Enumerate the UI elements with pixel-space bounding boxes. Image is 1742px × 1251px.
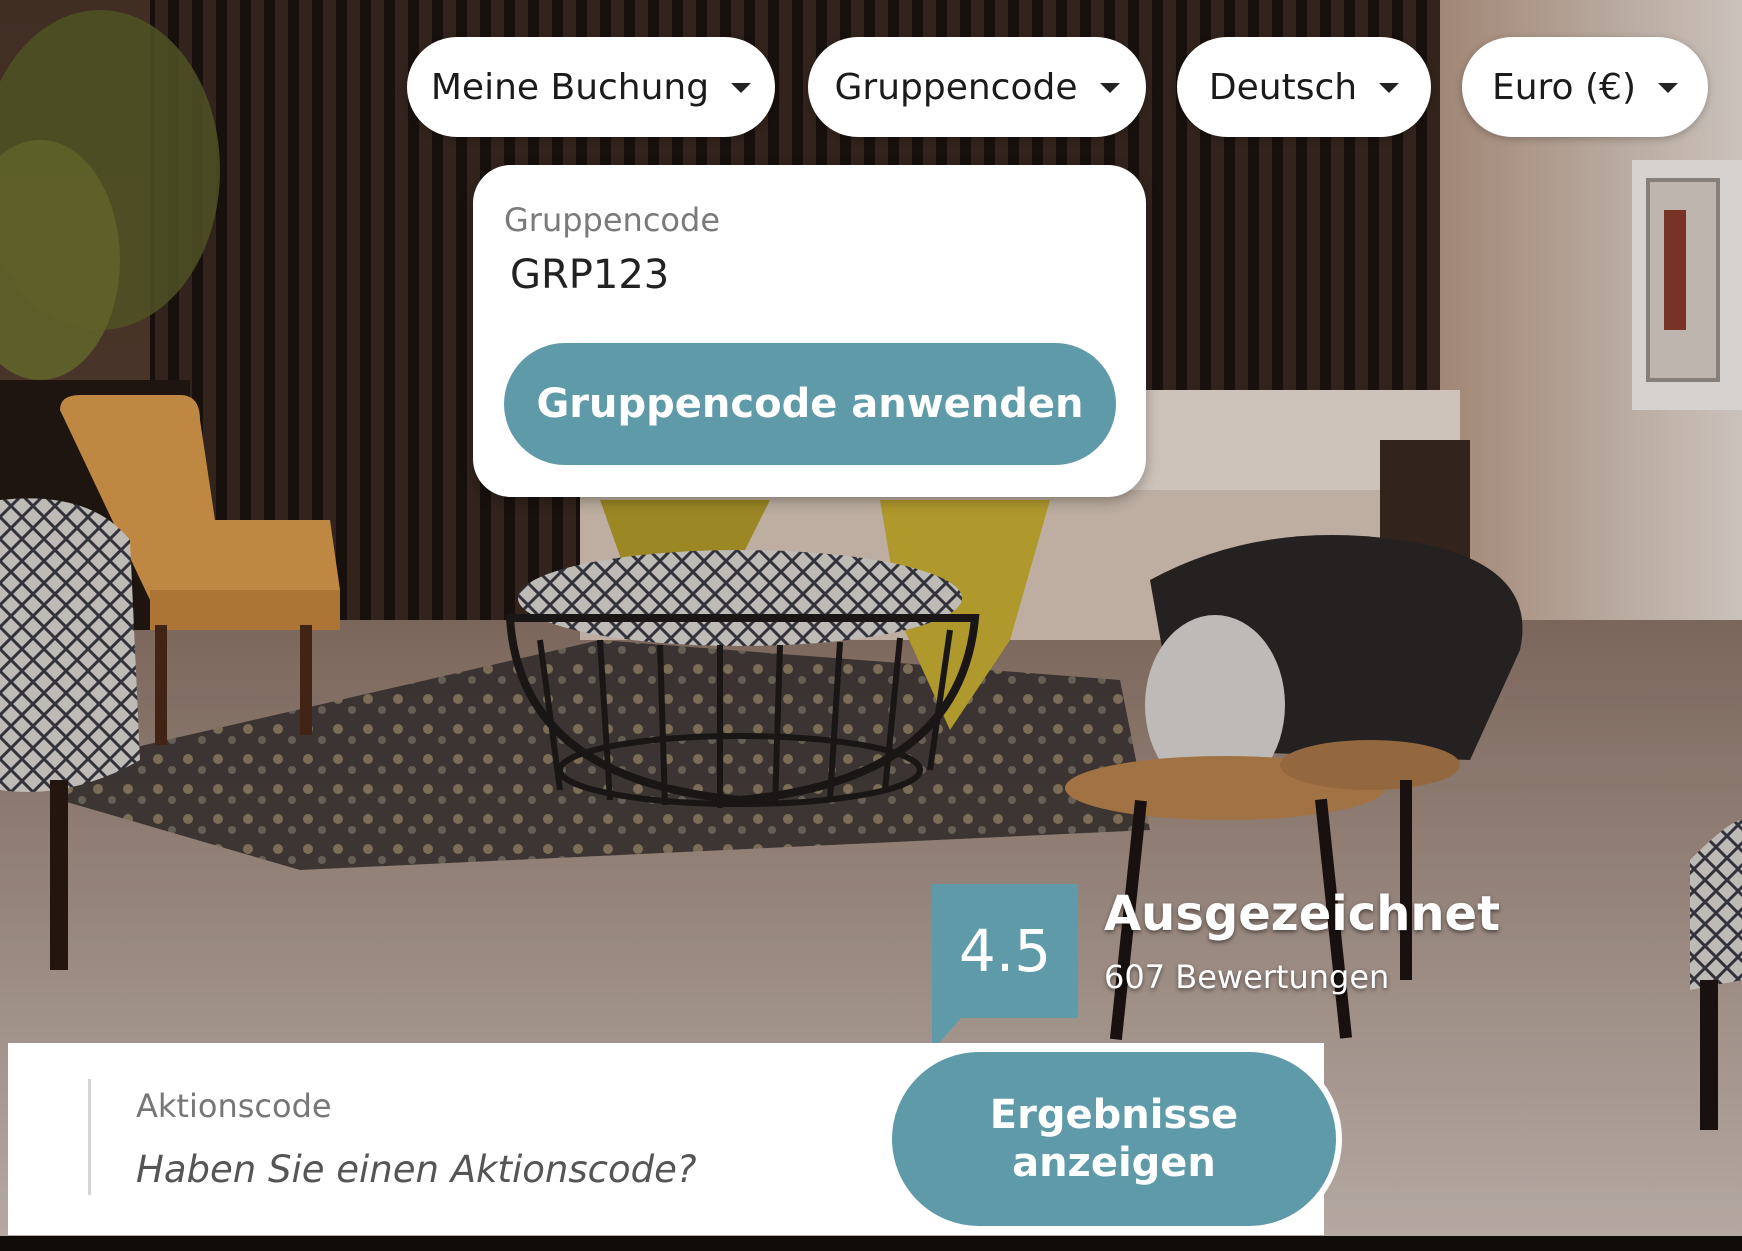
my-booking-menu[interactable]: Meine Buchung (407, 37, 775, 137)
group-code-menu[interactable]: Gruppencode (808, 37, 1146, 137)
rating-verdict: Ausgezeichnet (1104, 886, 1501, 942)
group-code-input[interactable] (504, 243, 1110, 307)
language-label: Deutsch (1208, 66, 1358, 108)
rating-score-badge: 4.5 (932, 884, 1078, 1018)
group-code-menu-label: Gruppencode (834, 66, 1078, 108)
chevron-down-icon (731, 83, 752, 93)
currency-menu[interactable]: Euro (€) (1462, 37, 1708, 137)
chevron-down-icon (1379, 83, 1400, 93)
chevron-down-icon (1658, 83, 1679, 93)
show-results-label: Ergebnisse anzeigen (989, 1092, 1239, 1186)
review-count: 607 Bewertungen (1104, 958, 1390, 996)
show-results-button[interactable]: Ergebnisse anzeigen (886, 1046, 1342, 1232)
currency-label: Euro (€) (1491, 66, 1637, 108)
chevron-down-icon (1099, 83, 1120, 93)
language-menu[interactable]: Deutsch (1177, 37, 1431, 137)
promo-code-label: Aktionscode (136, 1087, 332, 1125)
group-code-field-label: Gruppencode (504, 201, 720, 239)
divider (88, 1079, 91, 1195)
page-bottom-edge (0, 1236, 1742, 1251)
promo-code-input[interactable] (136, 1141, 776, 1197)
my-booking-label: Meine Buchung (430, 66, 710, 108)
apply-group-code-button[interactable]: Gruppencode anwenden (504, 343, 1116, 465)
group-code-popup: Gruppencode Gruppencode anwenden (473, 165, 1146, 497)
